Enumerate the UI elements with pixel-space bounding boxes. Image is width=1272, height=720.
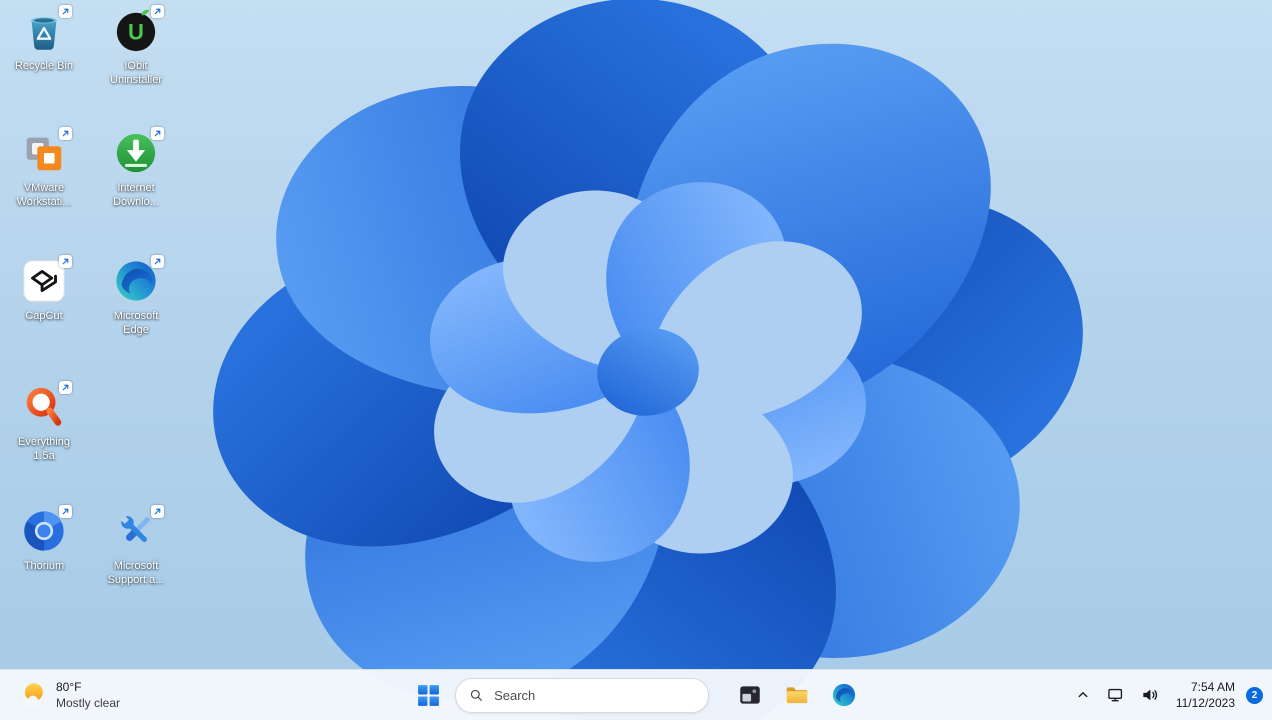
- shortcut-arrow-icon: [151, 5, 164, 18]
- taskbar-app-file-explorer[interactable]: [777, 675, 817, 715]
- start-button[interactable]: [408, 675, 448, 715]
- search-icon: [470, 689, 482, 701]
- icon-label: Recycle Bin: [14, 60, 74, 72]
- desktop-icon-microsoft-edge[interactable]: Microsoft Edge: [92, 255, 180, 338]
- clock-widget[interactable]: 7:54 AM 11/12/2023: [1168, 677, 1243, 713]
- shortcut-arrow-icon: [59, 381, 72, 394]
- network-status-button[interactable]: [1100, 677, 1132, 713]
- desktop-icon-everything[interactable]: Everything 1.5a: [0, 381, 88, 464]
- wallpaper-bloom-graphic: [213, 0, 1083, 720]
- file-explorer-folder-icon: [786, 687, 808, 704]
- desktop-icon-capcut[interactable]: CapCut: [0, 255, 88, 323]
- clock-date: 11/12/2023: [1175, 696, 1235, 710]
- shortcut-arrow-icon: [151, 505, 164, 518]
- desktop-icon-vmware-workstation[interactable]: VMware Workstati...: [0, 127, 88, 210]
- shortcut-arrow-icon: [59, 505, 72, 518]
- volume-button[interactable]: [1134, 677, 1166, 713]
- shortcut-arrow-icon: [59, 5, 72, 18]
- desktop-icon-recycle-bin[interactable]: Recycle Bin: [0, 5, 88, 73]
- icon-label: CapCut: [25, 310, 63, 322]
- desktop-icon-internet-download-manager[interactable]: Internet Downlo...: [92, 127, 180, 210]
- icon-label: Microsoft Support a...: [107, 560, 165, 587]
- search-input[interactable]: [492, 686, 695, 704]
- desktop-icon-thorium[interactable]: Thorium: [0, 505, 88, 573]
- shortcut-arrow-icon: [151, 255, 164, 268]
- dark-window-app-icon: [740, 686, 760, 704]
- notification-count-badge[interactable]: 2: [1246, 686, 1263, 704]
- icon-label: IObit Uninstaller: [110, 60, 162, 87]
- sun-small-cloud-icon: [23, 683, 43, 707]
- chevron-up-icon: [1078, 692, 1088, 698]
- desktop-icon-iobit-uninstaller[interactable]: U IObit Uninstaller: [92, 5, 180, 88]
- icon-label: Everything 1.5a: [18, 436, 70, 463]
- edge-browser-icon: [832, 683, 856, 707]
- clock-time: 7:54 AM: [1190, 679, 1235, 694]
- icon-label: VMware Workstati...: [16, 182, 72, 209]
- weather-temperature: 80°F: [56, 679, 82, 694]
- desktop-icon-microsoft-support[interactable]: Microsoft Support a...: [92, 505, 180, 588]
- icon-label: Thorium: [23, 560, 65, 572]
- taskbar: 80°F Mostly clear Search 7:54 AM 11/12/2…: [0, 669, 1272, 720]
- icon-label: Internet Downlo...: [113, 182, 159, 209]
- shortcut-arrow-icon: [151, 127, 164, 140]
- shortcut-arrow-icon: [59, 255, 72, 268]
- taskbar-app-edge[interactable]: [824, 675, 864, 715]
- taskbar-app-dark-window[interactable]: [730, 675, 770, 715]
- taskbar-search-box[interactable]: [455, 677, 709, 713]
- icon-label: Microsoft Edge: [113, 310, 159, 337]
- tray-overflow-button[interactable]: [1068, 677, 1098, 713]
- speaker-icon: [1143, 689, 1157, 701]
- display-network-icon: [1108, 688, 1122, 702]
- windows-start-icon: [417, 684, 439, 706]
- shortcut-arrow-icon: [59, 127, 72, 140]
- weather-condition: Mostly clear: [56, 696, 121, 710]
- desktop[interactable]: Recycle Bin U IObit Uninstaller VMware W…: [0, 0, 1272, 720]
- svg-text:U: U: [128, 20, 144, 45]
- weather-widget[interactable]: 80°F Mostly clear: [8, 674, 130, 716]
